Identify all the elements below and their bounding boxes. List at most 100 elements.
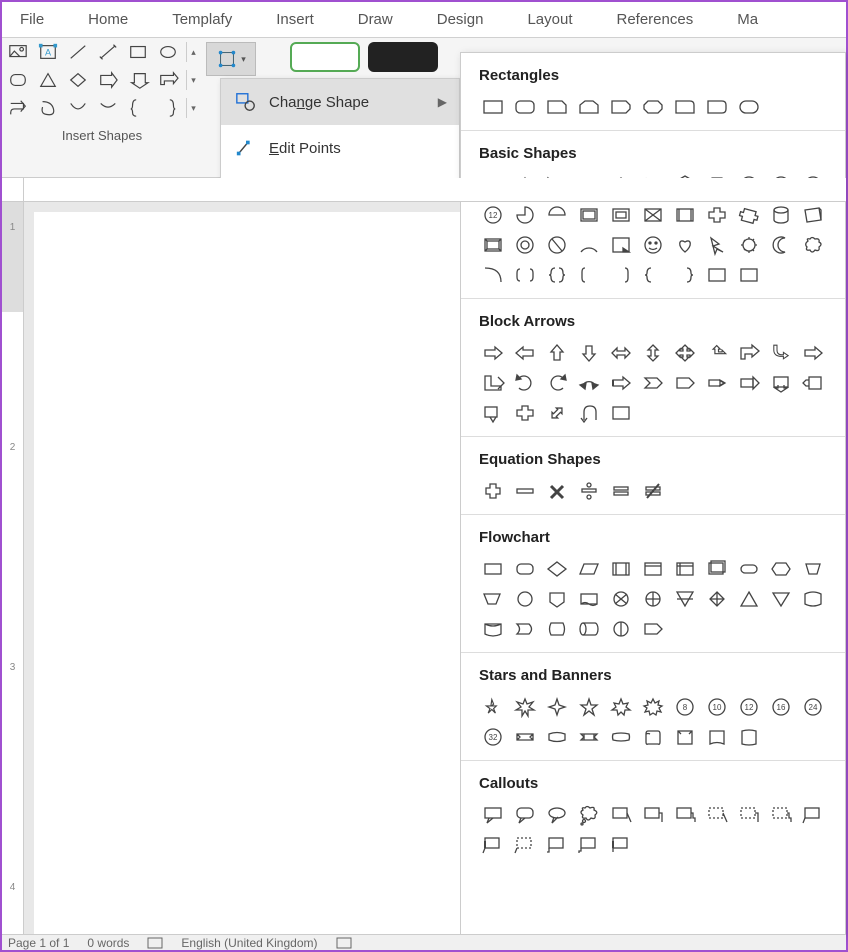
shape-option[interactable]: [479, 616, 507, 642]
shape-option[interactable]: [703, 340, 731, 366]
shape-option[interactable]: [543, 832, 571, 858]
gallery-shape[interactable]: [66, 42, 90, 62]
gallery-shape[interactable]: [66, 70, 90, 90]
shape-option[interactable]: 16: [767, 694, 795, 720]
shape-option[interactable]: [543, 262, 571, 288]
shape-option[interactable]: [511, 802, 539, 828]
shape-option[interactable]: [543, 586, 571, 612]
shape-option[interactable]: 10: [703, 694, 731, 720]
shape-option[interactable]: [575, 724, 603, 750]
shape-option[interactable]: [511, 202, 539, 228]
shape-option[interactable]: [703, 802, 731, 828]
shape-option[interactable]: [735, 202, 763, 228]
shape-option[interactable]: [703, 232, 731, 258]
shape-option[interactable]: [543, 340, 571, 366]
shape-option[interactable]: [575, 370, 603, 396]
shape-option[interactable]: [735, 340, 763, 366]
shape-option[interactable]: [607, 340, 635, 366]
shape-option[interactable]: [671, 724, 699, 750]
shape-option[interactable]: [703, 586, 731, 612]
gallery-shape[interactable]: [96, 98, 120, 118]
shape-option[interactable]: [511, 694, 539, 720]
shape-option[interactable]: [575, 802, 603, 828]
shape-option[interactable]: [607, 832, 635, 858]
shape-option[interactable]: [607, 370, 635, 396]
shape-option[interactable]: [607, 586, 635, 612]
spellcheck-icon[interactable]: [147, 937, 163, 949]
shape-option[interactable]: [543, 94, 571, 120]
shape-option[interactable]: [511, 724, 539, 750]
shape-option[interactable]: [543, 616, 571, 642]
shape-option[interactable]: [511, 340, 539, 366]
shape-option[interactable]: [735, 262, 763, 288]
shape-option[interactable]: [543, 694, 571, 720]
page-indicator[interactable]: Page 1 of 1: [8, 936, 69, 950]
shape-option[interactable]: [703, 202, 731, 228]
shape-option[interactable]: [479, 340, 507, 366]
shape-option[interactable]: [671, 202, 699, 228]
shape-option[interactable]: [799, 802, 827, 828]
shape-option[interactable]: [479, 556, 507, 582]
shape-option[interactable]: [575, 340, 603, 366]
shape-option[interactable]: [511, 232, 539, 258]
style-preset-1[interactable]: [290, 42, 360, 72]
shape-option[interactable]: [639, 586, 667, 612]
shape-option[interactable]: [671, 586, 699, 612]
gallery-shape[interactable]: [126, 70, 150, 90]
shape-option[interactable]: [575, 694, 603, 720]
shape-option[interactable]: [511, 400, 539, 426]
shape-option[interactable]: [607, 802, 635, 828]
gallery-shape[interactable]: [96, 70, 120, 90]
shape-option[interactable]: [671, 802, 699, 828]
gallery-shape[interactable]: [6, 98, 30, 118]
shape-option[interactable]: [703, 370, 731, 396]
edit-points-menu-item[interactable]: Edit Points: [221, 125, 459, 171]
shape-option[interactable]: [735, 232, 763, 258]
gallery-shape[interactable]: [66, 98, 90, 118]
shape-option[interactable]: [479, 694, 507, 720]
shape-option[interactable]: [511, 262, 539, 288]
shape-option[interactable]: [799, 370, 827, 396]
shape-option[interactable]: [543, 802, 571, 828]
shape-option[interactable]: [767, 556, 795, 582]
shape-option[interactable]: 32: [479, 724, 507, 750]
style-preset-2[interactable]: [368, 42, 438, 72]
gallery-shape[interactable]: [126, 42, 150, 62]
shape-option[interactable]: [639, 724, 667, 750]
shape-option[interactable]: [703, 556, 731, 582]
shape-option[interactable]: [543, 556, 571, 582]
shape-option[interactable]: [671, 232, 699, 258]
ribbon-tab-draw[interactable]: Draw: [336, 2, 415, 37]
shape-option[interactable]: [607, 556, 635, 582]
shape-option[interactable]: [575, 400, 603, 426]
shape-option[interactable]: [639, 556, 667, 582]
shape-option[interactable]: [735, 556, 763, 582]
gallery-shape[interactable]: [6, 42, 30, 62]
shape-option[interactable]: [607, 724, 635, 750]
shape-option[interactable]: [767, 586, 795, 612]
shape-option[interactable]: [607, 616, 635, 642]
gallery-shape[interactable]: [96, 42, 120, 62]
shape-option[interactable]: [575, 616, 603, 642]
gallery-shape[interactable]: [126, 98, 150, 118]
gallery-shape[interactable]: [156, 98, 180, 118]
shape-option[interactable]: [671, 340, 699, 366]
gallery-expand-1[interactable]: ▾: [186, 70, 200, 90]
gallery-expand-2[interactable]: ▾: [186, 98, 200, 118]
gallery-shape[interactable]: [36, 70, 60, 90]
shape-option[interactable]: [479, 232, 507, 258]
insert-shapes-gallery[interactable]: A▴▾▾ Insert Shapes: [2, 38, 202, 177]
shape-option[interactable]: [767, 802, 795, 828]
shape-option[interactable]: [479, 262, 507, 288]
shape-option[interactable]: [607, 694, 635, 720]
ribbon-tab-file[interactable]: File: [2, 2, 66, 37]
shape-option[interactable]: [639, 370, 667, 396]
shape-option[interactable]: [543, 232, 571, 258]
shape-option[interactable]: [543, 202, 571, 228]
accessibility-icon[interactable]: [336, 937, 352, 949]
word-count[interactable]: 0 words: [87, 936, 129, 950]
shape-option[interactable]: [671, 262, 699, 288]
shape-option[interactable]: 24: [799, 694, 827, 720]
shape-option[interactable]: 12: [735, 694, 763, 720]
shape-option[interactable]: [575, 232, 603, 258]
